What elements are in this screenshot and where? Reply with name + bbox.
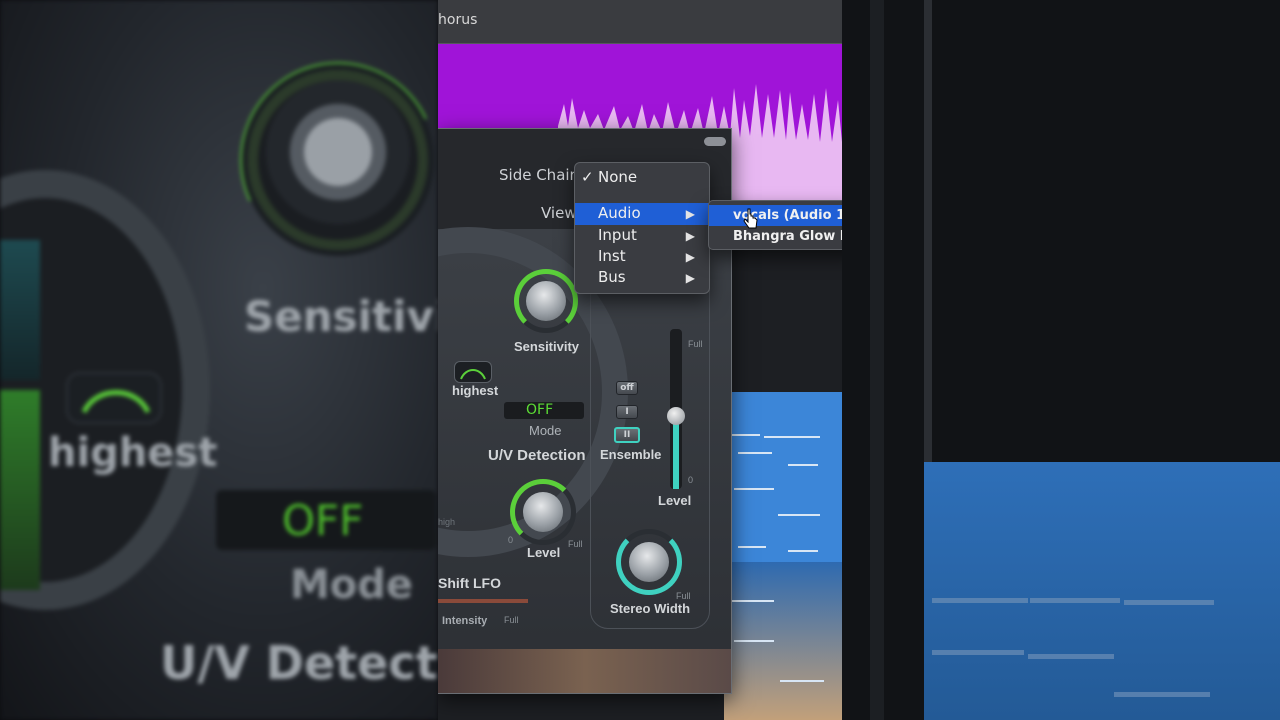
window-expand-button[interactable]	[704, 137, 726, 146]
blur-midi-region	[924, 462, 1280, 720]
blur-sensitivity-label: Sensitivity	[244, 292, 438, 341]
full-mark: Full	[688, 339, 703, 349]
full-mark: Full	[568, 539, 583, 549]
plugin-body: Sensitivity highest OFF Mode U/V Detecti…	[438, 227, 731, 693]
filter-shape-icon	[460, 369, 486, 380]
filter-shape-icon	[81, 390, 151, 414]
midi-note	[730, 600, 774, 602]
uv-level-label: Level	[527, 545, 561, 560]
right-zoomed-background	[842, 0, 1280, 720]
left-zoomed-background: Sensitivity highest OFF Mode U/V Detecti…	[0, 0, 438, 720]
track-name: horus	[438, 12, 478, 28]
blur-divider	[870, 0, 884, 720]
ensemble-label: Ensemble	[600, 447, 662, 462]
uv-level-knob[interactable]	[510, 479, 576, 545]
shift-lfo-label: Shift LFO	[438, 575, 501, 591]
side-chain-menu: ✓ None Audio ▶ Input ▶ Inst ▶ Bus ▶	[574, 162, 710, 294]
blur-uv-label: U/V Detection	[160, 636, 438, 690]
blur-midi-note	[1114, 692, 1210, 697]
track-header: horus	[438, 0, 842, 44]
intensity-label: Intensity	[442, 615, 488, 627]
mode-value: OFF	[526, 402, 554, 418]
output-level-fader[interactable]	[667, 329, 685, 489]
submenu-item-label: Bhangra Glow Hi	[733, 229, 842, 244]
audio-submenu: vocals (Audio 1) Bhangra Glow Hi	[708, 200, 842, 250]
menu-item-audio[interactable]: Audio ▶	[575, 203, 709, 225]
submenu-arrow-icon: ▶	[685, 207, 695, 221]
menu-item-label: None	[598, 168, 638, 186]
submenu-arrow-icon: ▶	[685, 271, 695, 285]
knob-cap-icon	[526, 281, 566, 321]
midi-note	[738, 452, 772, 454]
high-label: high	[438, 517, 456, 527]
blur-mode-label: Mode	[290, 562, 414, 608]
fader-fill	[673, 419, 679, 489]
midi-note	[738, 546, 766, 548]
blur-green-strip	[0, 390, 40, 590]
menu-item-inst[interactable]: Inst ▶	[575, 246, 709, 268]
knob-cap-icon	[523, 492, 563, 532]
sensitivity-knob[interactable]	[514, 269, 578, 333]
knob-cap-icon	[629, 542, 669, 582]
blur-highest-label: highest	[48, 430, 218, 476]
blur-midi-note	[1124, 600, 1214, 605]
blur-teal-strip	[0, 240, 40, 380]
midi-note	[734, 640, 774, 642]
menu-item-label: Inst	[598, 247, 626, 265]
mouse-pointer-icon	[743, 208, 758, 229]
side-chain-label: Side Chain	[499, 166, 580, 184]
menu-item-input[interactable]: Input ▶	[575, 225, 709, 247]
menu-item-label: Bus	[598, 268, 626, 286]
daw-screen: horus Side Chain View Sensitivity highes…	[438, 0, 842, 720]
stereo-width-label: Stereo Width	[610, 601, 691, 616]
submenu-arrow-icon: ▶	[685, 250, 695, 264]
blur-highest-pill	[66, 372, 162, 424]
menu-item-label: Input	[598, 226, 637, 244]
ensemble-i-button[interactable]: I	[616, 405, 638, 419]
midi-note	[780, 680, 824, 682]
mode-display[interactable]: OFF	[504, 402, 584, 419]
zero-mark: 0	[688, 475, 694, 485]
view-label: View	[541, 204, 577, 222]
menu-item-label: Audio	[598, 204, 641, 222]
menu-item-none[interactable]: ✓ None	[575, 167, 709, 189]
menu-item-bus[interactable]: Bus ▶	[575, 267, 709, 289]
plugin-footer	[438, 649, 731, 693]
midi-note	[788, 550, 818, 552]
stereo-width-knob[interactable]	[616, 529, 682, 595]
midi-note	[788, 464, 818, 466]
submenu-arrow-icon: ▶	[685, 229, 695, 243]
zero-mark: 0	[508, 535, 514, 545]
full-mark: Full	[676, 591, 691, 601]
blur-midi-note	[932, 598, 1028, 603]
midi-note	[730, 434, 760, 436]
screen: Sensitivity highest OFF Mode U/V Detecti…	[0, 0, 1280, 720]
blur-off-label: OFF	[282, 496, 364, 545]
mode-label: Mode	[529, 423, 562, 438]
midi-region[interactable]	[724, 392, 842, 562]
blur-sensitivity-knob-icon	[248, 70, 428, 250]
blur-midi-note	[1030, 598, 1120, 603]
submenu-item-vocals[interactable]: vocals (Audio 1)	[709, 205, 842, 226]
full-mark: Full	[504, 615, 519, 625]
midi-note	[734, 488, 774, 490]
output-level-label: Level	[658, 493, 692, 508]
ensemble-ii-button[interactable]: II	[614, 427, 640, 443]
highest-label: highest	[452, 383, 499, 398]
highest-button[interactable]	[454, 361, 492, 383]
blur-midi-note	[1028, 654, 1114, 659]
ensemble-off-button[interactable]: off	[616, 381, 638, 395]
midi-note	[778, 514, 820, 516]
sensitivity-label: Sensitivity	[514, 339, 580, 354]
submenu-item-bhangra[interactable]: Bhangra Glow Hi	[709, 227, 842, 248]
midi-note	[764, 436, 820, 438]
lfo-intensity-slider[interactable]	[438, 599, 528, 603]
fader-thumb-icon[interactable]	[667, 407, 685, 425]
uv-detection-label: U/V Detection	[488, 447, 586, 464]
check-icon: ✓	[581, 168, 594, 186]
blur-midi-note	[932, 650, 1024, 655]
